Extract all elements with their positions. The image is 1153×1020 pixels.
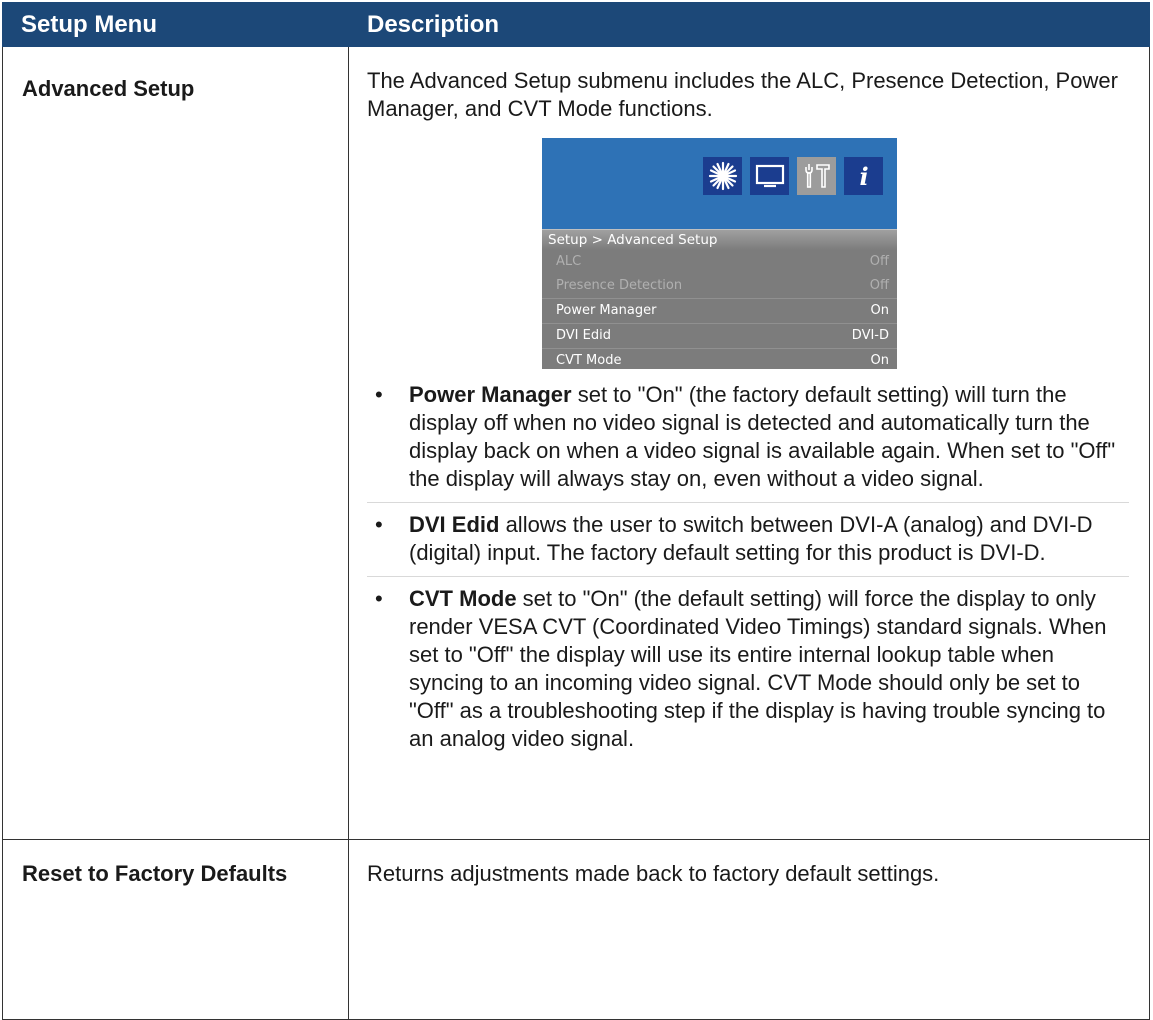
- setup-menu-table: Setup Menu Description Advanced Setup Th…: [2, 2, 1150, 1020]
- table-row-reset-defaults: Reset to Factory Defaults Returns adjust…: [2, 839, 1150, 1020]
- osd-breadcrumb: Setup > Advanced Setup: [542, 229, 897, 250]
- bullet-lead: CVT Mode: [409, 586, 517, 611]
- osd-item-alc: ALC Off: [542, 250, 897, 274]
- osd-item-value: On: [870, 303, 889, 318]
- osd-item-power-manager: Power Manager On: [542, 299, 897, 324]
- osd-item-label: DVI Edid: [556, 328, 611, 343]
- brightness-icon: [703, 157, 742, 195]
- menu-name: Reset to Factory Defaults: [22, 861, 288, 886]
- description-intro: The Advanced Setup submenu includes the …: [367, 68, 1118, 121]
- column-header-setup-menu: Setup Menu: [2, 2, 349, 47]
- bullet-icon: •: [375, 382, 383, 407]
- menu-name-cell: Reset to Factory Defaults: [2, 839, 349, 1020]
- osd-item-cvt-mode: CVT Mode On: [542, 349, 897, 373]
- osd-item-value: Off: [869, 278, 889, 293]
- osd-item-label: Power Manager: [556, 303, 657, 318]
- bullet-dvi-edid: • DVI Edid allows the user to switch bet…: [367, 503, 1129, 577]
- svg-text:i: i: [859, 162, 868, 191]
- osd-item-value: On: [870, 353, 889, 368]
- osd-item-dvi-edid: DVI Edid DVI-D: [542, 324, 897, 349]
- osd-item-label: ALC: [556, 254, 582, 269]
- column-header-description: Description: [348, 2, 1150, 47]
- display-icon: [750, 157, 789, 195]
- bullet-icon: •: [375, 512, 383, 537]
- description-cell: Returns adjustments made back to factory…: [348, 839, 1150, 1020]
- bullet-icon: •: [375, 586, 383, 611]
- description-cell: The Advanced Setup submenu includes the …: [348, 46, 1150, 840]
- info-icon: i: [844, 157, 883, 195]
- osd-screenshot: i Setup > Advanced Setup ALC Off Presenc…: [542, 138, 897, 369]
- feature-bullet-list: • Power Manager set to "On" (the factory…: [367, 373, 1129, 763]
- osd-item-presence-detection: Presence Detection Off: [542, 274, 897, 299]
- osd-icon-bar: i: [703, 157, 883, 195]
- bullet-text: allows the user to switch between DVI-A …: [409, 512, 1093, 565]
- menu-name-cell: Advanced Setup: [2, 46, 349, 840]
- menu-name: Advanced Setup: [22, 76, 195, 101]
- osd-item-value: Off: [869, 254, 889, 269]
- tools-icon: [797, 157, 836, 195]
- description-text: Returns adjustments made back to factory…: [367, 861, 940, 886]
- osd-item-value: DVI-D: [851, 328, 889, 343]
- bullet-power-manager: • Power Manager set to "On" (the factory…: [367, 373, 1129, 503]
- osd-item-label: CVT Mode: [556, 353, 622, 368]
- osd-header: i: [542, 138, 897, 229]
- bullet-lead: Power Manager: [409, 382, 572, 407]
- bullet-cvt-mode: • CVT Mode set to "On" (the default sett…: [367, 577, 1129, 763]
- bullet-lead: DVI Edid: [409, 512, 500, 537]
- osd-item-label: Presence Detection: [556, 278, 683, 293]
- table-header-row: Setup Menu Description: [2, 2, 1150, 47]
- table-row-advanced-setup: Advanced Setup The Advanced Setup submen…: [2, 46, 1150, 840]
